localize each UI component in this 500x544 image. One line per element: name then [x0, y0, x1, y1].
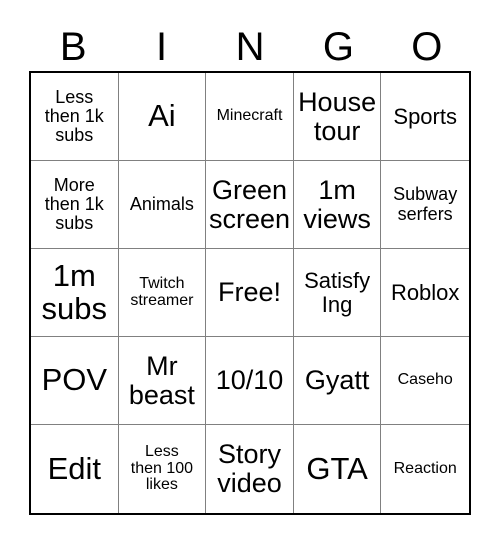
- bingo-cell-free[interactable]: Free!: [206, 249, 294, 337]
- bingo-cell-label: Less then 100 likes: [130, 442, 194, 494]
- bingo-cell[interactable]: POV: [31, 337, 119, 425]
- bingo-cell[interactable]: Twitch streamer: [118, 249, 207, 337]
- bingo-cell[interactable]: GTA: [293, 425, 382, 513]
- bingo-cell-label: More then 1k subs: [44, 174, 104, 234]
- bingo-cell[interactable]: Caseho: [381, 337, 469, 425]
- bingo-cell-label: Animals: [129, 193, 194, 214]
- bingo-cell-label: 10/10: [215, 365, 284, 396]
- bingo-cell-label: Ai: [148, 98, 176, 134]
- bingo-cell-label: Sports: [393, 103, 457, 129]
- bingo-cell-label: Roblox: [390, 279, 460, 305]
- bingo-header-letter-b: B: [59, 24, 87, 69]
- bingo-cell[interactable]: Story video: [206, 425, 294, 513]
- bingo-header-letter-g: G: [322, 24, 354, 69]
- bingo-cell-label: House tour: [298, 86, 377, 146]
- bingo-cell-label: Gyatt: [304, 365, 370, 396]
- bingo-cell-label: Story video: [217, 439, 282, 498]
- bingo-cell[interactable]: Satisfy Ing: [293, 249, 382, 337]
- bingo-cell-label: Caseho: [397, 371, 453, 389]
- bingo-header-row: B I N G O: [29, 22, 471, 71]
- bingo-cell-label: Twitch streamer: [130, 274, 194, 309]
- bingo-cell[interactable]: Gyatt: [293, 337, 382, 425]
- bingo-cell[interactable]: 10/10: [206, 337, 294, 425]
- bingo-cell[interactable]: Green screen: [206, 161, 294, 249]
- bingo-cell-label: Subway serfers: [393, 184, 458, 224]
- bingo-cell-label: Green screen: [208, 174, 291, 234]
- bingo-cell[interactable]: Sports: [381, 73, 469, 161]
- bingo-cell[interactable]: Subway serfers: [381, 161, 469, 249]
- bingo-cell[interactable]: Mr beast: [118, 337, 207, 425]
- bingo-cell[interactable]: House tour: [293, 73, 382, 161]
- bingo-cell-label: Minecraft: [216, 107, 283, 125]
- bingo-cell[interactable]: Reaction: [381, 425, 469, 513]
- bingo-cell-label: 1m views: [303, 174, 371, 234]
- bingo-cell-label: Less then 1k subs: [44, 86, 104, 146]
- bingo-cell[interactable]: Minecraft: [206, 73, 294, 161]
- bingo-cell[interactable]: Ai: [118, 73, 207, 161]
- bingo-cell-label: Reaction: [393, 459, 457, 477]
- bingo-cell[interactable]: Less then 1k subs: [31, 73, 119, 161]
- bingo-cell-label: 1m subs: [41, 257, 108, 326]
- bingo-header-letter-n: N: [235, 24, 265, 69]
- bingo-header-letter-o: O: [411, 24, 443, 69]
- bingo-cell[interactable]: Less then 100 likes: [118, 425, 207, 513]
- bingo-grid: Less then 1k subs Ai Minecraft House tou…: [29, 71, 471, 515]
- bingo-cell-label: Mr beast: [128, 350, 195, 410]
- bingo-cell-label: GTA: [306, 450, 368, 486]
- bingo-card: B I N G O Less then 1k subs Ai Minecraft…: [0, 0, 500, 544]
- bingo-cell[interactable]: Edit: [31, 425, 119, 513]
- bingo-cell-label: POV: [41, 362, 108, 398]
- bingo-cell[interactable]: More then 1k subs: [31, 161, 119, 249]
- bingo-cell[interactable]: 1m subs: [31, 249, 119, 337]
- bingo-cell-label: Satisfy Ing: [304, 268, 371, 317]
- bingo-cell[interactable]: Animals: [118, 161, 207, 249]
- bingo-header-letter-i: I: [156, 24, 168, 69]
- bingo-cell[interactable]: 1m views: [293, 161, 382, 249]
- bingo-cell-label: Edit: [47, 450, 101, 486]
- bingo-cell-label: Free!: [217, 277, 281, 308]
- bingo-cell[interactable]: Roblox: [381, 249, 469, 337]
